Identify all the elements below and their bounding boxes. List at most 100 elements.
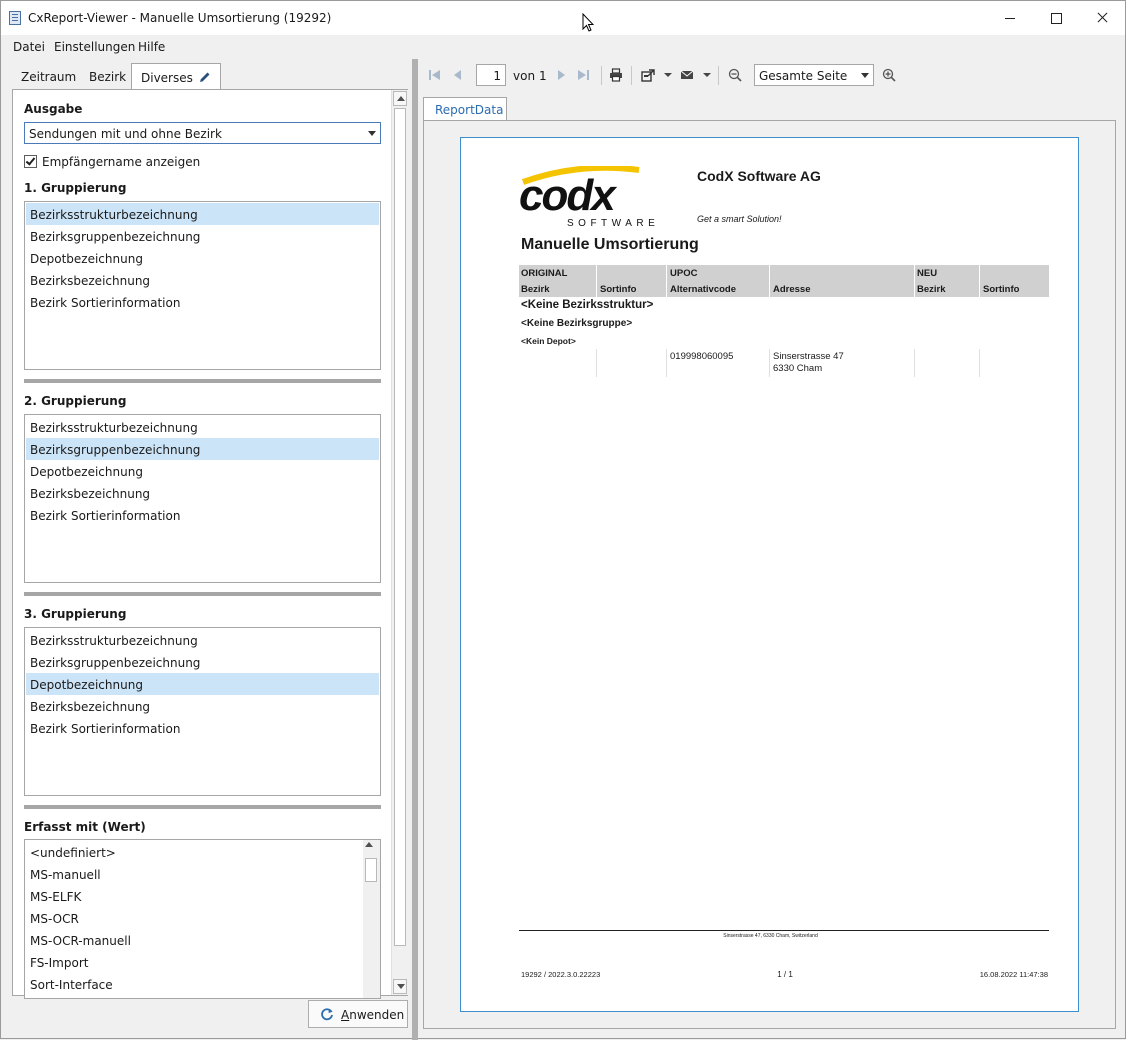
print-icon[interactable] bbox=[609, 68, 623, 82]
column-alternativcode: Alternativcode bbox=[670, 284, 736, 295]
group-level2: <Keine Bezirksgruppe> bbox=[521, 318, 633, 329]
ausgabe-dropdown[interactable]: Sendungen mit und ohne Bezirk bbox=[24, 122, 381, 144]
list-item[interactable]: <undefiniert> bbox=[26, 841, 361, 863]
email-icon[interactable] bbox=[680, 68, 694, 82]
column-divider bbox=[914, 265, 915, 297]
ausgabe-dropdown-value: Sendungen mit und ohne Bezirk bbox=[29, 127, 222, 141]
svg-text:codx: codx bbox=[519, 171, 617, 220]
previous-page-icon[interactable] bbox=[451, 68, 465, 82]
list-item[interactable]: Bezirksgruppenbezeichnung bbox=[26, 651, 379, 673]
tab-bezirk[interactable]: Bezirk bbox=[80, 63, 135, 90]
tab-zeitraum-label: Zeitraum bbox=[21, 70, 77, 84]
menu-einstellungen[interactable]: Einstellungen bbox=[54, 40, 135, 54]
report-title: Manuelle Umsortierung bbox=[521, 236, 699, 253]
company-slogan: Get a smart Solution! bbox=[697, 214, 782, 224]
list-item[interactable]: Bezirksbezeichnung bbox=[26, 695, 379, 717]
ausgabe-label: Ausgabe bbox=[24, 102, 83, 116]
tab-diverses-label: Diverses bbox=[141, 71, 193, 85]
gruppierung3-list[interactable]: Bezirksstrukturbezeichnung Bezirksgruppe… bbox=[24, 627, 381, 796]
list-item[interactable]: Bezirksstrukturbezeichnung bbox=[26, 203, 379, 225]
erfasst-list[interactable]: <undefiniert> MS-manuell MS-ELFK MS-OCR … bbox=[24, 839, 381, 999]
list-item[interactable]: Bezirk Sortierinformation bbox=[26, 291, 379, 313]
cell-address-line1: Sinserstrasse 47 bbox=[773, 351, 844, 362]
list-item[interactable]: FS-Import bbox=[26, 951, 361, 973]
list-item[interactable]: Bezirksstrukturbezeichnung bbox=[26, 416, 379, 438]
first-page-icon[interactable] bbox=[428, 68, 442, 82]
list-item[interactable]: MS-manuell bbox=[26, 863, 361, 885]
cell-alternativcode: 019998060095 bbox=[670, 351, 734, 362]
table-row: 019998060095 Sinserstrasse 47 6330 Cham bbox=[519, 349, 1049, 377]
page-number-input[interactable]: 1 bbox=[476, 64, 506, 86]
splitter-handle[interactable] bbox=[24, 805, 381, 809]
zoom-out-icon[interactable] bbox=[728, 68, 742, 82]
tab-zeitraum[interactable]: Zeitraum bbox=[12, 63, 85, 90]
export-icon[interactable] bbox=[641, 68, 655, 82]
chevron-down-icon bbox=[368, 131, 376, 136]
svg-text:SOFTWARE: SOFTWARE bbox=[567, 218, 659, 228]
gruppierung2-label: 2. Gruppierung bbox=[24, 394, 127, 408]
list-item[interactable]: Bezirksgruppenbezeichnung bbox=[26, 438, 379, 460]
page-count: 1 bbox=[539, 69, 547, 83]
header-neu: NEU bbox=[917, 268, 938, 279]
list-item[interactable]: Bezirksbezeichnung bbox=[26, 482, 379, 504]
app-window: CxReport-Viewer - Manuelle Umsortierung … bbox=[0, 0, 1126, 1040]
gruppierung1-list[interactable]: Bezirksstrukturbezeichnung Bezirksgruppe… bbox=[24, 201, 381, 370]
minimize-button[interactable] bbox=[987, 1, 1033, 35]
column-adresse: Adresse bbox=[773, 284, 811, 295]
scroll-thumb[interactable] bbox=[394, 108, 406, 946]
list-item[interactable]: Bezirksstrukturbezeichnung bbox=[26, 629, 379, 651]
maximize-button[interactable] bbox=[1033, 1, 1079, 35]
list-item[interactable]: Bezirk Sortierinformation bbox=[26, 504, 379, 526]
tab-diverses[interactable]: Diverses bbox=[131, 63, 221, 91]
scroll-up-icon[interactable] bbox=[393, 91, 407, 106]
footer-rule bbox=[519, 930, 1049, 931]
scroll-thumb[interactable] bbox=[365, 858, 377, 882]
next-page-icon[interactable] bbox=[554, 68, 568, 82]
gruppierung2-list[interactable]: Bezirksstrukturbezeichnung Bezirksgruppe… bbox=[24, 414, 381, 583]
menu-datei[interactable]: Datei bbox=[13, 40, 45, 54]
last-page-icon[interactable] bbox=[576, 68, 590, 82]
column-divider bbox=[666, 349, 667, 377]
list-item[interactable]: Depotbezeichnung bbox=[26, 247, 379, 269]
apply-button-label: Anwenden bbox=[341, 1008, 405, 1022]
pencil-icon bbox=[199, 72, 210, 82]
company-name: CodX Software AG bbox=[697, 168, 821, 184]
zoom-in-icon[interactable] bbox=[882, 68, 896, 82]
scroll-up-icon[interactable] bbox=[365, 842, 373, 847]
column-sortinfo: Sortinfo bbox=[600, 284, 637, 295]
list-item[interactable]: Sort-Interface bbox=[26, 973, 361, 995]
toolbar-divider bbox=[601, 66, 602, 85]
list-item[interactable]: Depotbezeichnung bbox=[26, 460, 379, 482]
export-dropdown-icon[interactable] bbox=[664, 73, 672, 77]
cell-address-line2: 6330 Cham bbox=[773, 363, 823, 374]
vertical-splitter[interactable] bbox=[412, 59, 418, 1040]
column-divider bbox=[769, 349, 770, 377]
codx-logo: codx SOFTWARE bbox=[519, 166, 659, 228]
splitter-handle[interactable] bbox=[24, 592, 381, 596]
header-original: ORIGINAL bbox=[521, 268, 568, 279]
scroll-down-icon[interactable] bbox=[393, 979, 407, 994]
list-item[interactable]: Depotbezeichnung bbox=[26, 673, 379, 695]
list-item[interactable]: Bezirksgruppenbezeichnung bbox=[26, 225, 379, 247]
splitter-handle[interactable] bbox=[24, 379, 381, 383]
list-item[interactable]: Bezirksbezeichnung bbox=[26, 269, 379, 291]
menu-hilfe[interactable]: Hilfe bbox=[138, 40, 165, 54]
column-neu-bezirk: Bezirk bbox=[917, 284, 946, 295]
column-divider bbox=[666, 265, 667, 297]
empfaengername-checkbox[interactable] bbox=[24, 155, 37, 168]
erfasst-scrollbar[interactable] bbox=[363, 840, 380, 998]
email-dropdown-icon[interactable] bbox=[703, 73, 711, 77]
column-divider bbox=[914, 349, 915, 377]
list-item[interactable]: MS-OCR bbox=[26, 907, 361, 929]
tab-bezirk-label: Bezirk bbox=[89, 70, 127, 84]
close-button[interactable] bbox=[1079, 1, 1125, 35]
zoom-dropdown[interactable]: Gesamte Seite bbox=[754, 64, 874, 86]
tab-reportdata[interactable]: ReportData bbox=[423, 97, 507, 121]
gruppierung1-label: 1. Gruppierung bbox=[24, 181, 127, 195]
app-icon bbox=[9, 11, 21, 25]
apply-button[interactable]: Anwenden bbox=[308, 1000, 408, 1028]
panel-scrollbar[interactable] bbox=[391, 90, 408, 995]
list-item[interactable]: Bezirk Sortierinformation bbox=[26, 717, 379, 739]
list-item[interactable]: MS-ELFK bbox=[26, 885, 361, 907]
list-item[interactable]: MS-OCR-manuell bbox=[26, 929, 361, 951]
